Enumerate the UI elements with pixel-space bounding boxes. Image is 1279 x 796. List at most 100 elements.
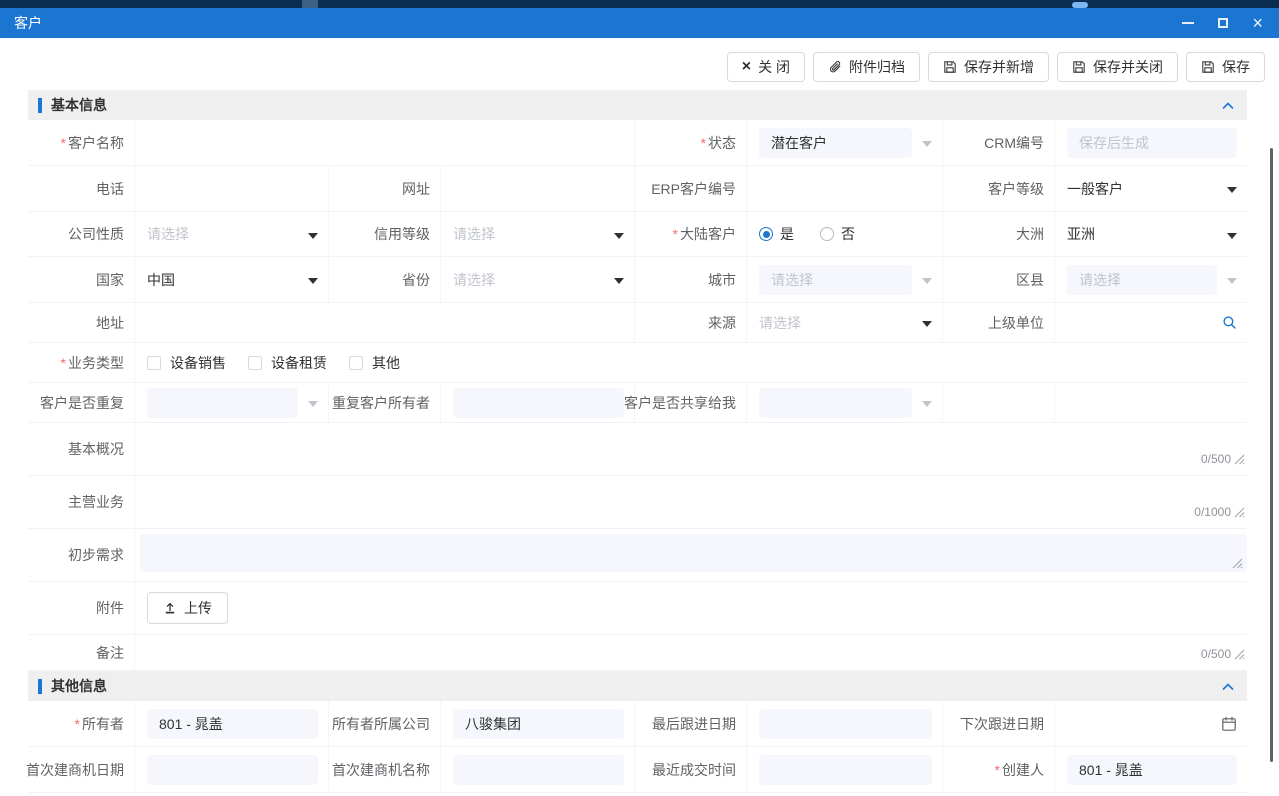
form-content: 基本信息 *客户名称 *状态 潜在客户 CRM编号 保存后生成 电话 网址 ER…: [0, 90, 1279, 793]
attachment-label: 附件: [28, 582, 134, 634]
chevron-down-icon: [922, 278, 932, 284]
save-and-new-button[interactable]: 保存并新增: [928, 52, 1049, 82]
checkbox-equipment-sales[interactable]: 设备销售: [147, 353, 226, 373]
close-button[interactable]: × 关 闭: [727, 52, 805, 82]
form-row: 地址 来源 请选择 上级单位: [28, 303, 1247, 343]
creator-label: *创建人: [942, 747, 1054, 792]
owner-company-input: 八骏集团: [453, 709, 624, 739]
first-opp-date-input: [147, 755, 318, 785]
level-select[interactable]: 一般客户: [1054, 166, 1247, 211]
paperclip-icon: [828, 60, 842, 74]
search-icon[interactable]: [1222, 315, 1237, 330]
archive-attachments-button[interactable]: 附件归档: [813, 52, 920, 82]
address-label: 地址: [28, 303, 134, 342]
initial-demand-textarea[interactable]: [140, 534, 1247, 572]
district-select-disabled: 请选择: [1054, 257, 1247, 302]
erp-no-input[interactable]: [746, 166, 942, 211]
erp-no-label: ERP客户编号: [634, 166, 746, 211]
continent-select[interactable]: 亚洲: [1054, 212, 1247, 256]
empty-cell: [1054, 383, 1247, 422]
background-tab-fragment: [302, 0, 318, 8]
owner-company-label: 所有者所属公司: [328, 701, 440, 746]
resize-handle-icon[interactable]: [1234, 454, 1245, 465]
maximize-icon[interactable]: [1218, 18, 1228, 28]
toolbar: × 关 闭 附件归档 保存并新增 保存并关闭 保存: [0, 38, 1279, 82]
remark-counter: 0/500: [1200, 647, 1245, 661]
district-label: 区县: [942, 257, 1054, 302]
duplicate-owner-input-disabled: [440, 383, 634, 422]
website-input[interactable]: [440, 166, 634, 211]
checkbox-equipment-rental[interactable]: 设备租赁: [248, 353, 327, 373]
remark-textarea[interactable]: [134, 635, 1247, 670]
save-and-close-button[interactable]: 保存并关闭: [1057, 52, 1178, 82]
scrollbar-thumb[interactable]: [1270, 148, 1273, 762]
creator-input: 801 - 晁盖: [1067, 755, 1237, 785]
chevron-up-icon[interactable]: [1221, 100, 1235, 111]
business-type-checkbox-group: 设备销售 设备租赁 其他: [134, 343, 1247, 382]
website-label: 网址: [328, 166, 440, 211]
form-row: *业务类型 设备销售 设备租赁 其他: [28, 343, 1247, 383]
next-follow-date-input[interactable]: [1054, 701, 1247, 746]
radio-yes[interactable]: 是: [759, 224, 794, 244]
checkbox-other[interactable]: 其他: [349, 353, 400, 373]
window-title: 客户: [14, 13, 42, 33]
resize-handle-icon[interactable]: [1232, 558, 1243, 569]
upload-button[interactable]: 上传: [147, 592, 228, 624]
is-duplicate-value-box: [147, 388, 298, 418]
first-opp-date-label: 首次建商机日期: [28, 747, 134, 792]
country-select[interactable]: 中国: [134, 257, 328, 302]
status-select[interactable]: 潜在客户: [746, 120, 942, 165]
province-label: 省份: [328, 257, 440, 302]
save-icon: [1201, 60, 1215, 74]
chevron-down-icon: [614, 278, 624, 284]
minimize-icon[interactable]: [1182, 22, 1194, 24]
last-deal-time-input: [759, 755, 932, 785]
form-row: 公司性质 请选择 信用等级 请选择 *大陆客户 是 否 大洲 亚洲: [28, 212, 1247, 257]
status-label: *状态: [634, 120, 746, 165]
continent-label: 大洲: [942, 212, 1054, 256]
address-input[interactable]: [134, 303, 634, 342]
close-icon[interactable]: ×: [1252, 15, 1263, 31]
save-button[interactable]: 保存: [1186, 52, 1265, 82]
parent-unit-input[interactable]: [1054, 303, 1247, 342]
phone-input[interactable]: [134, 166, 328, 211]
source-label: 来源: [634, 303, 746, 342]
owner-label: *所有者: [28, 701, 134, 746]
chevron-down-icon: [922, 401, 932, 407]
business-type-label: *业务类型: [28, 343, 134, 382]
chevron-up-icon[interactable]: [1221, 681, 1235, 692]
radio-unselected-icon: [820, 227, 834, 241]
form-row: 基本概况 0/500: [28, 423, 1247, 476]
form-row: 电话 网址 ERP客户编号 客户等级 一般客户: [28, 166, 1247, 212]
close-icon: ×: [742, 60, 751, 74]
resize-handle-icon[interactable]: [1234, 649, 1245, 660]
overview-counter: 0/500: [1200, 452, 1245, 466]
last-deal-time-label: 最近成交时间: [634, 747, 746, 792]
customer-name-label: *客户名称: [28, 120, 134, 165]
credit-select[interactable]: 请选择: [440, 212, 634, 256]
overview-textarea[interactable]: [134, 423, 1247, 475]
level-label: 客户等级: [942, 166, 1054, 211]
owner-field: 801 - 晁盖: [134, 701, 328, 746]
save-icon: [1072, 60, 1086, 74]
crm-no-field: 保存后生成: [1054, 120, 1247, 165]
country-label: 国家: [28, 257, 134, 302]
calendar-icon[interactable]: [1221, 716, 1237, 732]
source-select[interactable]: 请选择: [746, 303, 942, 342]
attachment-field: 上传: [134, 582, 1247, 634]
customer-name-input[interactable]: [134, 120, 634, 165]
status-value-box[interactable]: 潜在客户: [759, 128, 912, 158]
owner-company-field: 八骏集团: [440, 701, 634, 746]
form-row: 客户是否重复 重复客户所有者 客户是否共享给我: [28, 383, 1247, 423]
company-nature-select[interactable]: 请选择: [134, 212, 328, 256]
is-duplicate-select-disabled: [134, 383, 328, 422]
parent-unit-label: 上级单位: [942, 303, 1054, 342]
form-row: 主营业务 0/1000: [28, 476, 1247, 529]
radio-no[interactable]: 否: [820, 224, 855, 244]
resize-handle-icon[interactable]: [1234, 507, 1245, 518]
main-business-textarea[interactable]: [134, 476, 1247, 528]
province-select[interactable]: 请选择: [440, 257, 634, 302]
window-titlebar: 客户 ×: [0, 8, 1279, 38]
duplicate-owner-label: 重复客户所有者: [328, 383, 440, 422]
phone-label: 电话: [28, 166, 134, 211]
